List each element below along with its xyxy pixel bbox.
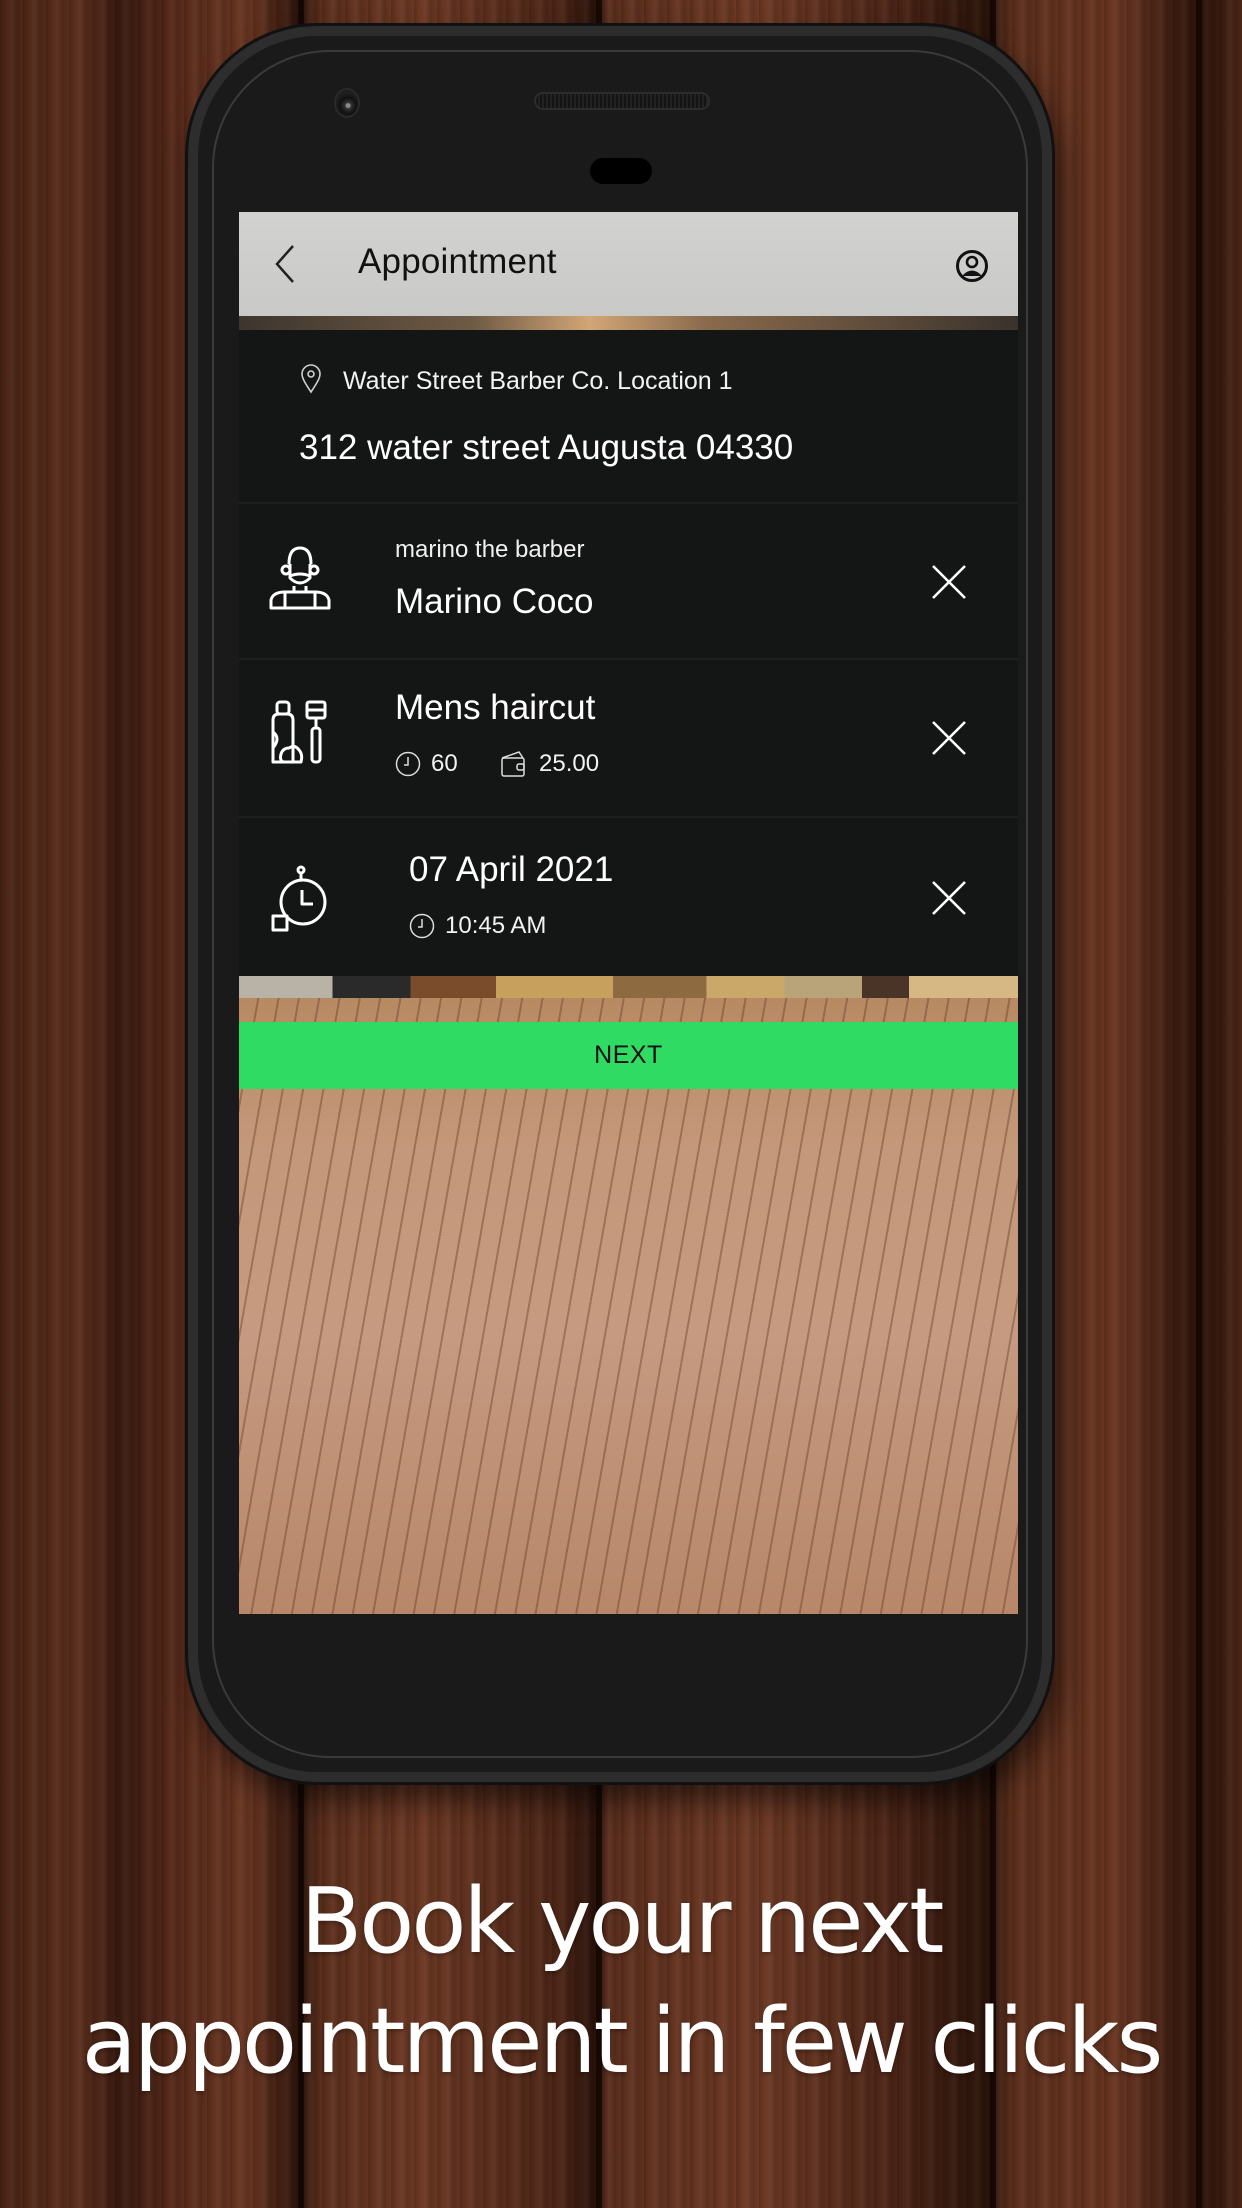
clock-icon [409, 913, 435, 939]
app-bar: Appointment [239, 212, 1018, 316]
service-duration: 60 [395, 750, 458, 778]
profile-button[interactable] [955, 249, 989, 283]
user-circle-icon [956, 250, 988, 282]
chevron-left-icon [275, 245, 294, 283]
location-address: 312 water street Augusta 04330 [299, 428, 794, 467]
close-icon [932, 881, 966, 915]
appointment-date: 07 April 2021 [409, 850, 614, 889]
remove-barber-button[interactable] [929, 562, 969, 602]
service-price: 25.00 [499, 750, 599, 778]
map-pin-icon [301, 364, 321, 394]
appointment-summary: Water Street Barber Co. Location 1 312 w… [239, 330, 1018, 976]
next-button[interactable]: NEXT [239, 1022, 1018, 1089]
service-price-value: 25.00 [539, 750, 600, 777]
remove-service-button[interactable] [929, 718, 969, 758]
service-duration-value: 60 [431, 750, 458, 777]
appointment-time-value: 10:45 AM [445, 912, 547, 939]
barber-icon [269, 546, 331, 610]
close-icon [932, 565, 966, 599]
close-icon [932, 721, 966, 755]
clock-icon [395, 751, 421, 777]
barber-row[interactable]: marino the barber Marino Coco [239, 502, 1018, 660]
appointment-time: 10:45 AM [409, 912, 546, 940]
proximity-sensor [590, 158, 652, 184]
front-camera [334, 88, 360, 118]
grooming-products-icon [271, 700, 327, 764]
back-button[interactable] [267, 242, 307, 286]
caption-line-1: Book your next [300, 1869, 945, 1974]
earpiece-speaker [534, 92, 710, 110]
service-name: Mens haircut [395, 688, 596, 727]
app-screen: Appointment Water Street Barber Co. Loca… [239, 212, 1018, 1614]
stopwatch-icon [271, 865, 327, 932]
barber-name: Marino Coco [395, 582, 594, 621]
wallet-icon [501, 751, 525, 777]
location-section: Water Street Barber Co. Location 1 312 w… [239, 330, 1018, 502]
phone-mockup: Appointment Water Street Barber Co. Loca… [188, 26, 1052, 1782]
location-name: Water Street Barber Co. Location 1 [343, 367, 733, 395]
service-row[interactable]: Mens haircut 60 25.00 [239, 658, 1018, 816]
remove-schedule-button[interactable] [929, 878, 969, 918]
barber-nickname: marino the barber [395, 536, 585, 563]
schedule-row[interactable]: 07 April 2021 10:45 AM [239, 816, 1018, 974]
page-title: Appointment [358, 242, 557, 281]
caption-line-2: appointment in few clicks [81, 1989, 1164, 2094]
marketing-caption: Book your next appointment in few clicks [0, 1862, 1242, 2102]
barbershop-photo-floor [239, 998, 1018, 1614]
